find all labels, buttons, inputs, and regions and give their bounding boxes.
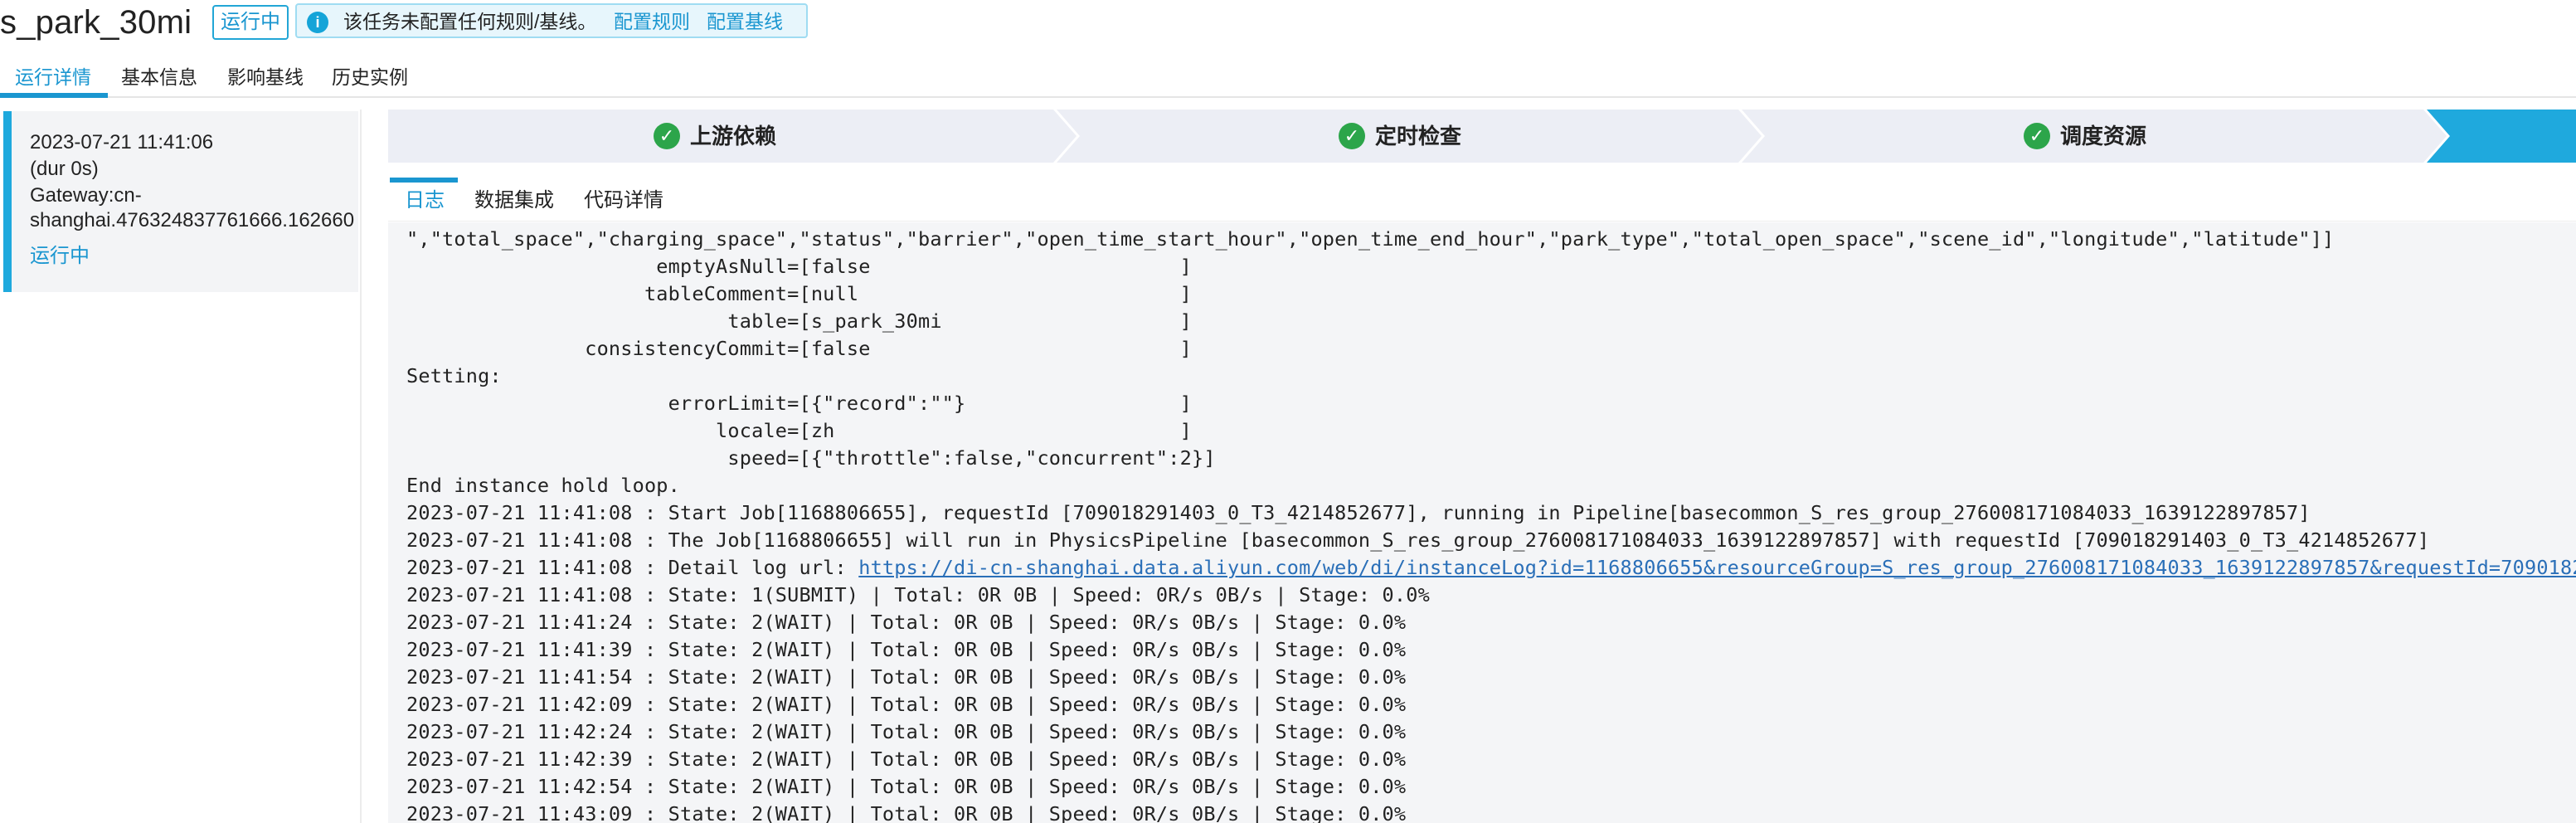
tab-code-details[interactable]: 代码详情 bbox=[584, 179, 663, 221]
status-badge: 运行中 bbox=[212, 5, 289, 40]
tab-run-details[interactable]: 运行详情 bbox=[15, 58, 91, 96]
log-line: errorLimit=[{"record":""} ] bbox=[406, 392, 1192, 415]
tab-data-integration[interactable]: 数据集成 bbox=[474, 179, 554, 221]
notice-text: 该任务未配置任何规则/基线。 bbox=[343, 11, 597, 32]
check-circle-icon: ✓ bbox=[1339, 123, 1365, 149]
tab-basic-info[interactable]: 基本信息 bbox=[121, 58, 197, 96]
log-line: emptyAsNull=[false ] bbox=[406, 255, 1192, 278]
detail-url-prefix: 2023-07-21 11:41:08 : Detail log url: bbox=[406, 556, 859, 579]
detail-log-link[interactable]: https://di-cn-shanghai.data.aliyun.com/w… bbox=[858, 556, 2576, 579]
log-line: Setting: bbox=[406, 364, 502, 387]
instance-time: 2023-07-21 11:41:06 bbox=[30, 131, 214, 153]
instance-list: 2023-07-21 11:41:06 (dur 0s) Gateway:cn-… bbox=[0, 110, 362, 823]
instance-duration: (dur 0s) bbox=[30, 158, 99, 180]
log-line: consistencyCommit=[false ] bbox=[406, 337, 1192, 360]
log-line: 2023-07-21 11:41:39 : State: 2(WAIT) | T… bbox=[406, 638, 1407, 661]
configure-rules-link[interactable]: 配置规则 bbox=[614, 5, 690, 38]
log-line: 2023-07-21 11:41:08 : State: 1(SUBMIT) |… bbox=[406, 583, 1430, 606]
progress-steps: ✓ 上游依赖 ✓ 定时检查 ✓ 调度资源 bbox=[388, 110, 2576, 163]
log-line: 2023-07-21 11:41:08 : The Job[1168806655… bbox=[406, 528, 2430, 552]
check-circle-icon: ✓ bbox=[2024, 123, 2050, 149]
log-line: tableComment=[null ] bbox=[406, 282, 1192, 305]
log-line: speed=[{"throttle":false,"concurrent":2}… bbox=[406, 446, 1216, 470]
log-viewer[interactable]: ","total_space","charging_space","status… bbox=[388, 222, 2576, 823]
log-line: 2023-07-21 11:41:08 : Start Job[11688066… bbox=[406, 501, 2311, 524]
notice-banner: i 该任务未配置任何规则/基线。 配置规则 配置基线 bbox=[295, 3, 808, 38]
log-line-detail-url: 2023-07-21 11:41:08 : Detail log url: ht… bbox=[406, 556, 2576, 579]
sub-tabs: 日志 数据集成 代码详情 bbox=[388, 179, 2576, 222]
log-line: 2023-07-21 11:42:54 : State: 2(WAIT) | T… bbox=[406, 775, 1407, 798]
log-line: locale=[zh ] bbox=[406, 419, 1192, 442]
configure-baseline-link[interactable]: 配置基线 bbox=[707, 5, 783, 38]
instance-card[interactable]: 2023-07-21 11:41:06 (dur 0s) Gateway:cn-… bbox=[3, 111, 358, 292]
log-line: ","total_space","charging_space","status… bbox=[406, 227, 2335, 251]
log-line: End instance hold loop. bbox=[406, 474, 681, 497]
run-detail-panel: ✓ 上游依赖 ✓ 定时检查 ✓ 调度资源 日志 数据集成 代码详情 ","tot… bbox=[388, 110, 2576, 823]
tab-history-instances[interactable]: 历史实例 bbox=[332, 58, 408, 96]
task-title: s_park_30mi bbox=[0, 4, 192, 41]
instance-gateway-host: shanghai.476324837761666.162660 bbox=[30, 209, 355, 231]
log-line: 2023-07-21 11:41:54 : State: 2(WAIT) | T… bbox=[406, 665, 1407, 689]
log-line: table=[s_park_30mi ] bbox=[406, 309, 1192, 333]
step-shape-active bbox=[2427, 110, 2576, 163]
log-line: 2023-07-21 11:43:09 : State: 2(WAIT) | T… bbox=[406, 802, 1407, 823]
step-scheduling-resource: 调度资源 bbox=[2060, 124, 2147, 149]
tab-log[interactable]: 日志 bbox=[405, 179, 445, 221]
log-line: 2023-07-21 11:42:09 : State: 2(WAIT) | T… bbox=[406, 693, 1407, 716]
step-timing-check: 定时检查 bbox=[1375, 124, 1462, 149]
log-line: 2023-07-21 11:41:24 : State: 2(WAIT) | T… bbox=[406, 611, 1407, 634]
tabs-divider bbox=[0, 96, 2576, 98]
log-line: 2023-07-21 11:42:24 : State: 2(WAIT) | T… bbox=[406, 720, 1407, 743]
tab-impact-baseline[interactable]: 影响基线 bbox=[227, 58, 304, 96]
page-header: s_park_30mi 运行中 i 该任务未配置任何规则/基线。 配置规则 配置… bbox=[0, 0, 2576, 46]
step-upstream-dependency: 上游依赖 bbox=[690, 124, 777, 149]
info-icon: i bbox=[307, 12, 328, 33]
main-tabs: 运行详情 基本信息 影响基线 历史实例 bbox=[0, 58, 2576, 98]
check-circle-icon: ✓ bbox=[654, 123, 680, 149]
active-tab-indicator bbox=[0, 93, 108, 98]
instance-gateway: Gateway:cn- bbox=[30, 184, 142, 207]
log-line: 2023-07-21 11:42:39 : State: 2(WAIT) | T… bbox=[406, 748, 1407, 771]
instance-status: 运行中 bbox=[30, 245, 90, 267]
